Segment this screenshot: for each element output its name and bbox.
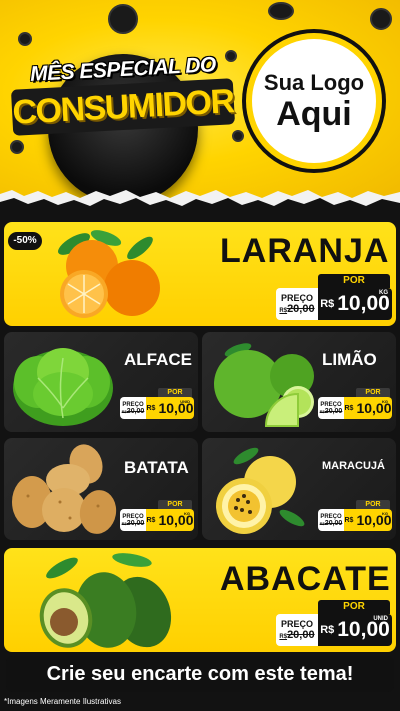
badge-title-line2: CONSUMIDOR (11, 82, 235, 132)
currency-symbol: R$ (344, 516, 354, 524)
currency-symbol: R$ (344, 404, 354, 412)
old-price: PREÇO R$20,00 (120, 509, 146, 531)
old-price-value: R$20,00 (279, 303, 315, 315)
price-por-label: POR (158, 388, 192, 397)
orange-image (58, 230, 160, 318)
price-box: PREÇO R$20,00 R$ 10,00 KG (120, 509, 194, 531)
new-price: R$ 10,00 UNID (318, 614, 392, 646)
cta-text: Crie seu encarte com este tema! (46, 662, 354, 685)
old-price-value: R$20,00 (319, 519, 343, 527)
product-card-batata[interactable]: BATATA POR PREÇO R$20,00 R$ 10,00 KG (4, 438, 198, 540)
currency-symbol: R$ (320, 624, 335, 636)
new-price: R$ 10,00 KG (344, 509, 392, 531)
price-box: PREÇO R$20,00 R$ 10,00 UNID (120, 397, 194, 419)
product-name-batata: BATATA (124, 458, 189, 477)
price-box: PREÇO R$20,00 R$ 10,00 KG (276, 288, 392, 320)
price-unit: KG (184, 511, 190, 516)
old-price-value: R$20,00 (121, 519, 145, 527)
price-por-label: POR (356, 500, 390, 509)
torn-paper-edge (0, 190, 400, 212)
currency-symbol: R$ (146, 516, 156, 524)
price-box: PREÇO R$20,00 R$ 10,00 KG (318, 509, 392, 531)
lettuce-image (13, 348, 113, 426)
currency-symbol: R$ (320, 298, 335, 310)
product-name-limao: LIMÃO (322, 350, 377, 369)
logo-placeholder[interactable]: Sua Logo Aqui (246, 33, 382, 169)
coin-decoration (370, 8, 392, 30)
preco-label: PREÇO (280, 619, 313, 629)
header-banner: MÊS ESPECIAL DO CONSUMIDOR Sua Logo Aqui (0, 0, 400, 205)
logo-text-line1: Sua Logo (263, 70, 365, 95)
price-unit: UNID (373, 616, 388, 622)
cta-banner[interactable]: Crie seu encarte com este tema! (6, 656, 394, 692)
price-box: PREÇO R$20,00 R$ 10,00 KG (318, 397, 392, 419)
price-por-label: POR (318, 274, 390, 288)
product-name-laranja: LARANJA (220, 232, 390, 270)
price-box: PREÇO R$20,00 R$ 10,00 UNID (276, 614, 392, 646)
old-price: PREÇO R$20,00 (318, 397, 344, 419)
new-price: R$ 10,00 KG (318, 288, 392, 320)
product-card-maracuja[interactable]: MARACUJÁ POR PREÇO R$20,00 R$ 10,00 KG (202, 438, 396, 540)
product-card-alface[interactable]: ALFACE POR PREÇO R$20,00 R$ 10,00 UNID (4, 332, 198, 432)
new-price: R$ 10,00 KG (146, 509, 194, 531)
price-unit: UNID (180, 399, 190, 404)
price-unit: KG (379, 290, 388, 296)
old-price: PREÇO R$20,00 (276, 614, 318, 646)
product-card-limao[interactable]: LIMÃO POR PREÇO R$20,00 R$ 10,00 KG (202, 332, 396, 432)
price-por-label: POR (356, 388, 390, 397)
old-price: PREÇO R$20,00 (318, 509, 344, 531)
old-price: PREÇO R$20,00 (276, 288, 318, 320)
discount-badge: -50% (8, 232, 42, 250)
product-name-alface: ALFACE (124, 350, 192, 369)
product-name-abacate: ABACATE (220, 560, 391, 598)
new-price: R$ 10,00 UNID (146, 397, 194, 419)
preco-label: PREÇO (280, 293, 313, 303)
price-unit: KG (382, 399, 388, 404)
coin-decoration (108, 4, 138, 34)
price-unit: KG (382, 511, 388, 516)
event-badge: MÊS ESPECIAL DO CONSUMIDOR (8, 40, 238, 204)
lime-image (214, 343, 314, 427)
old-price: PREÇO R$20,00 (120, 397, 146, 419)
old-price-value: R$20,00 (121, 407, 145, 415)
badge-title-panel: CONSUMIDOR (10, 78, 236, 136)
passion-fruit-image (216, 447, 305, 534)
potato-image (12, 444, 117, 534)
price-por-label: POR (158, 500, 192, 509)
product-name-maracuja: MARACUJÁ (322, 460, 385, 472)
disclaimer-note: *Imagens Meramente Ilustrativas (4, 697, 121, 706)
logo-text-line2: Aqui (276, 95, 352, 133)
avocado-image (39, 553, 172, 648)
currency-symbol: R$ (146, 404, 156, 412)
price-por-label: POR (318, 600, 390, 614)
coin-decoration (268, 2, 294, 20)
new-price: R$ 10,00 KG (344, 397, 392, 419)
old-price-value: R$20,00 (319, 407, 343, 415)
old-price-value: R$20,00 (279, 629, 315, 641)
